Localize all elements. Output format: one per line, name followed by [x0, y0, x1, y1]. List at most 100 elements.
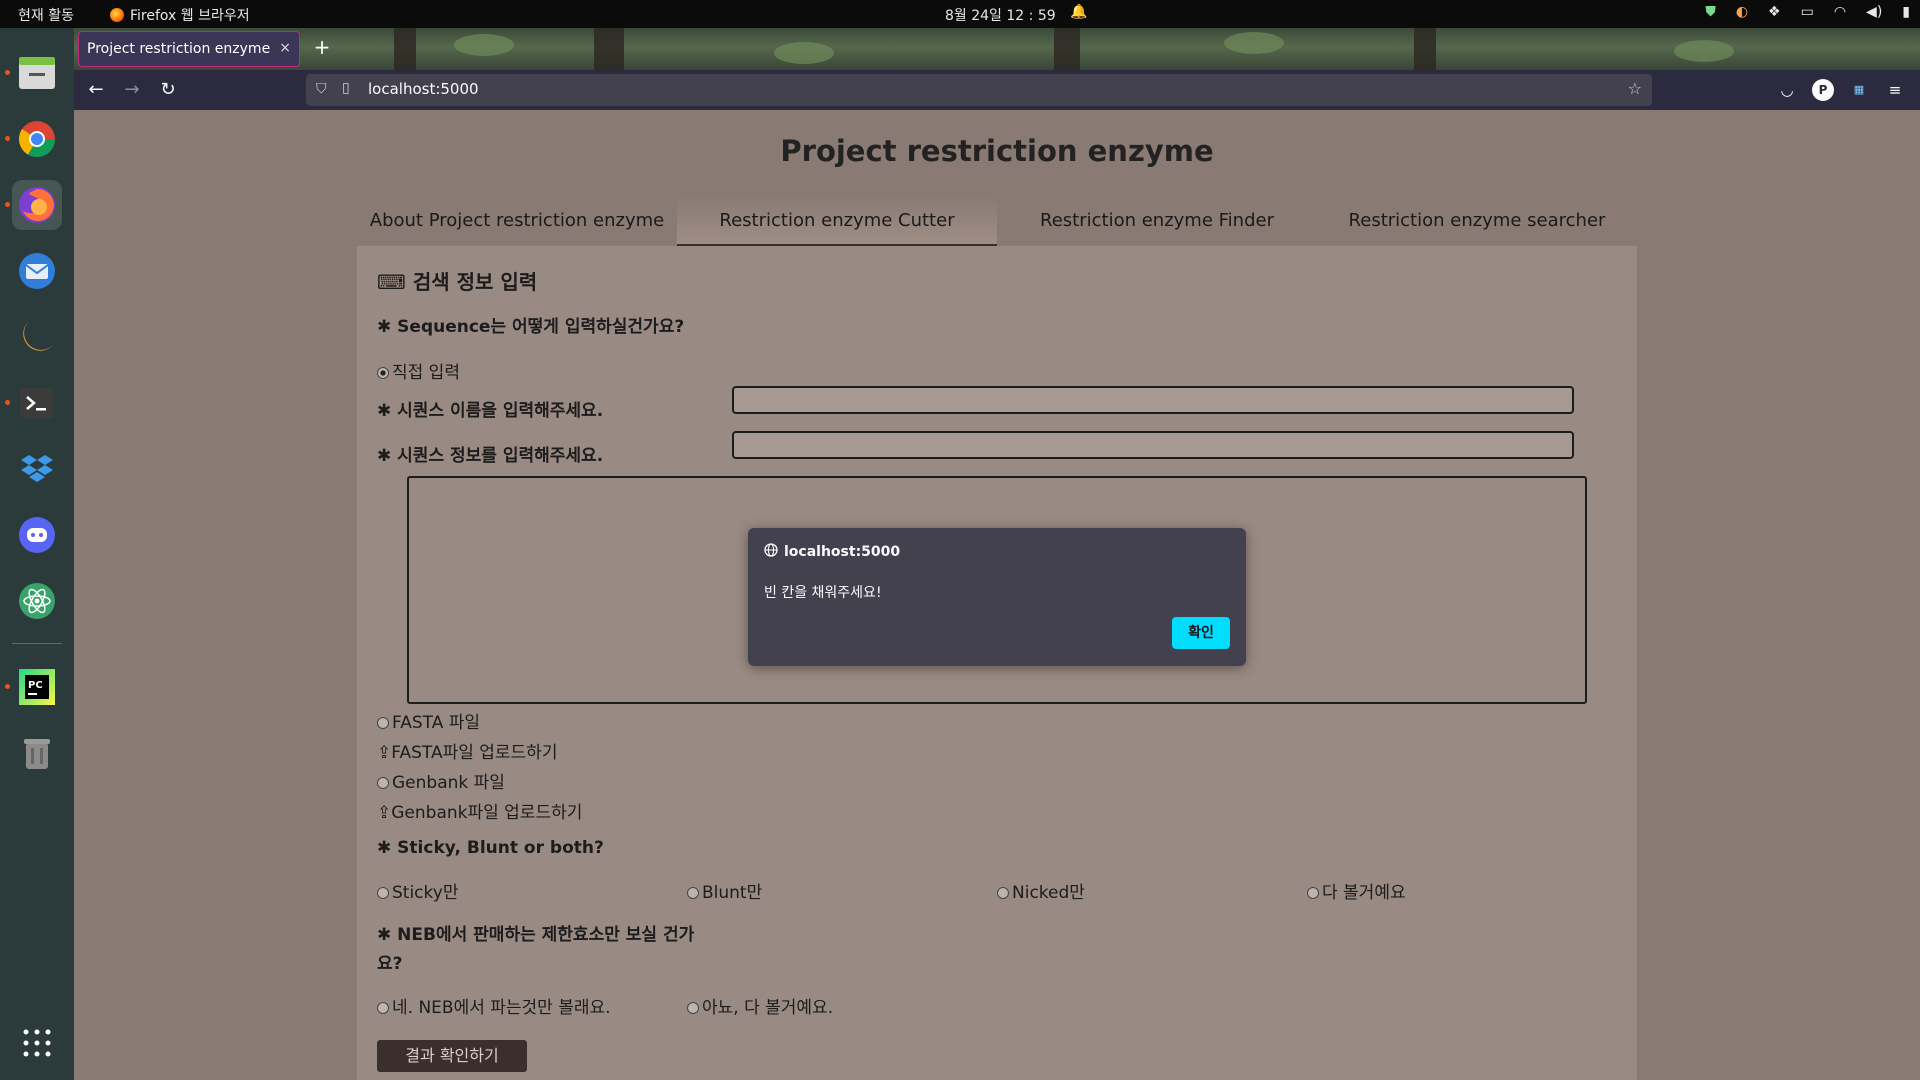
asterisk-icon: ✱ — [377, 838, 392, 858]
submit-button[interactable]: 결과 확인하기 — [377, 1040, 527, 1072]
bookmark-star-icon[interactable]: ☆ — [1628, 79, 1642, 98]
navigation-toolbar: ← → ↻ ⛉ ▯ localhost:5000 ☆ ◡ P ▦ ≡ — [74, 70, 1920, 110]
sequence-name-input[interactable] — [732, 386, 1574, 414]
option-genbank-file[interactable]: Genbank 파일 — [377, 768, 505, 793]
upload-genbank-link[interactable]: ⇪Genbank파일 업로드하기 — [377, 798, 582, 823]
dialog-origin: localhost:5000 — [784, 544, 901, 560]
trash-icon[interactable] — [12, 728, 62, 778]
background-foliage — [774, 42, 834, 64]
alert-dialog: localhost:5000 빈 칸을 채워주세요! 확인 — [748, 528, 1246, 666]
option-label: 아뇨, 다 볼거예요. — [702, 998, 834, 1018]
app-grid-icon[interactable] — [12, 1018, 62, 1068]
extension-icon[interactable]: ▦ — [1848, 79, 1870, 101]
upload-icon: ⇪ — [377, 743, 392, 763]
option-blunt[interactable]: Blunt만 — [687, 878, 762, 903]
background-foliage — [1674, 40, 1734, 62]
app-menu-label: Firefox 웹 브라우저 — [130, 8, 250, 24]
radio-blunt[interactable] — [687, 887, 699, 899]
pocket-icon[interactable]: ◡ — [1776, 79, 1798, 101]
app-menu[interactable]: Firefox 웹 브라우저 — [110, 5, 250, 25]
option-label: Blunt만 — [702, 883, 763, 903]
tab-finder[interactable]: Restriction enzyme Finder — [997, 196, 1317, 246]
new-tab-button[interactable]: + — [310, 36, 334, 60]
dialog-message: 빈 칸을 채워주세요! — [764, 585, 882, 601]
question-text: Sequence는 어떻게 입력하실건가요? — [397, 317, 685, 337]
radio-sticky[interactable] — [377, 887, 389, 899]
back-icon[interactable]: ← — [84, 78, 108, 102]
browser-tab[interactable]: Project restriction enzyme × — [78, 31, 300, 67]
url-text[interactable]: localhost:5000 — [368, 80, 479, 98]
running-indicator — [5, 400, 10, 405]
question-neb: ✱ NEB에서 판매하는 제한효소만 보실 건가 요? — [377, 921, 694, 979]
shield-tray-icon[interactable]: ⛊ — [1705, 4, 1716, 20]
radio-genbank[interactable] — [377, 777, 389, 789]
radio-direct-input[interactable] — [377, 367, 389, 379]
radio-fasta[interactable] — [377, 717, 389, 729]
keyboard-icon: ⌨ — [377, 270, 406, 294]
radio-neb-only[interactable] — [377, 1002, 389, 1014]
svg-text:PC: PC — [28, 680, 43, 691]
tab-strip: Project restriction enzyme × + — [74, 28, 1920, 70]
page-title: Project restriction enzyme — [780, 134, 1214, 168]
tab-title: Project restriction enzyme — [87, 41, 271, 57]
option-label: FASTA 파일 — [392, 713, 481, 733]
background-tree — [594, 28, 624, 70]
option-nicked[interactable]: Nicked만 — [997, 878, 1085, 903]
tab-cutter[interactable]: Restriction enzyme Cutter — [677, 196, 997, 246]
activities-button[interactable]: 현재 활동 — [18, 5, 74, 25]
thunderbird-icon[interactable] — [12, 246, 62, 296]
sequence-info-input[interactable] — [732, 431, 1574, 459]
pycharm-icon[interactable]: PC — [12, 662, 62, 712]
section-heading: ⌨ 검색 정보 입력 — [377, 266, 537, 295]
volume-icon[interactable]: ◀) — [1866, 4, 1882, 20]
atom-icon[interactable] — [12, 576, 62, 626]
page-info-icon[interactable]: ▯ — [342, 80, 350, 96]
option-all-ends[interactable]: 다 볼거예요 — [1307, 878, 1406, 903]
option-neb-all[interactable]: 아뇨, 다 볼거예요. — [687, 993, 833, 1018]
reload-icon[interactable]: ↻ — [156, 78, 180, 102]
forward-icon[interactable]: → — [120, 78, 144, 102]
option-neb-only[interactable]: 네. NEB에서 파는것만 볼래요. — [377, 993, 611, 1018]
asterisk-icon: ✱ — [377, 446, 392, 466]
menu-hamburger-icon[interactable]: ≡ — [1884, 79, 1906, 101]
radio-all-ends[interactable] — [1307, 887, 1319, 899]
background-tree — [1054, 28, 1080, 70]
keyboard-tray-icon[interactable]: ▭ — [1801, 4, 1814, 20]
files-icon[interactable] — [12, 48, 62, 98]
url-bar[interactable]: ⛉ ▯ localhost:5000 ☆ — [306, 74, 1652, 106]
ok-button[interactable]: 확인 — [1172, 617, 1230, 649]
night-light-icon[interactable]: ◐ — [1736, 4, 1748, 20]
account-icon[interactable]: P — [1812, 79, 1834, 101]
dropbox-icon[interactable] — [12, 444, 62, 494]
firefox-small-icon — [110, 8, 124, 22]
notification-bell-icon[interactable]: 🔔 — [1070, 4, 1087, 20]
radio-neb-all[interactable] — [687, 1002, 699, 1014]
radio-nicked[interactable] — [997, 887, 1009, 899]
chrome-icon[interactable] — [12, 114, 62, 164]
tab-about[interactable]: About Project restriction enzyme — [357, 196, 677, 246]
dropbox-tray-icon[interactable]: ❖ — [1768, 4, 1781, 20]
running-indicator — [5, 70, 10, 75]
background-foliage — [454, 34, 514, 56]
tab-searcher[interactable]: Restriction enzyme searcher — [1317, 196, 1637, 246]
upload-fasta-link[interactable]: ⇪FASTA파일 업로드하기 — [377, 738, 557, 763]
system-tray[interactable]: ⛊ ◐ ❖ ▭ ◠ ◀) ▮ — [1705, 4, 1910, 20]
terminal-icon[interactable] — [12, 378, 62, 428]
question-text: 시퀀스 이름을 입력해주세요. — [397, 401, 604, 421]
firefox-icon[interactable] — [12, 180, 62, 230]
option-sticky[interactable]: Sticky만 — [377, 878, 458, 903]
asterisk-icon: ✱ — [377, 925, 392, 945]
orange-app-icon[interactable] — [12, 312, 62, 362]
running-indicator — [5, 136, 10, 141]
clock[interactable]: 8월 24일 12 : 59 — [945, 5, 1056, 25]
close-tab-icon[interactable]: × — [279, 40, 291, 56]
battery-icon[interactable]: ▮ — [1902, 4, 1910, 20]
tracking-shield-icon[interactable]: ⛉ — [316, 81, 327, 97]
wifi-icon[interactable]: ◠ — [1834, 4, 1846, 20]
section-title: 검색 정보 입력 — [412, 270, 538, 294]
globe-icon — [764, 543, 778, 561]
option-fasta-file[interactable]: FASTA 파일 — [377, 708, 480, 733]
option-direct-input[interactable]: 직접 입력 — [377, 358, 460, 383]
option-label: 네. NEB에서 파는것만 볼래요. — [392, 998, 611, 1018]
discord-icon[interactable] — [12, 510, 62, 560]
